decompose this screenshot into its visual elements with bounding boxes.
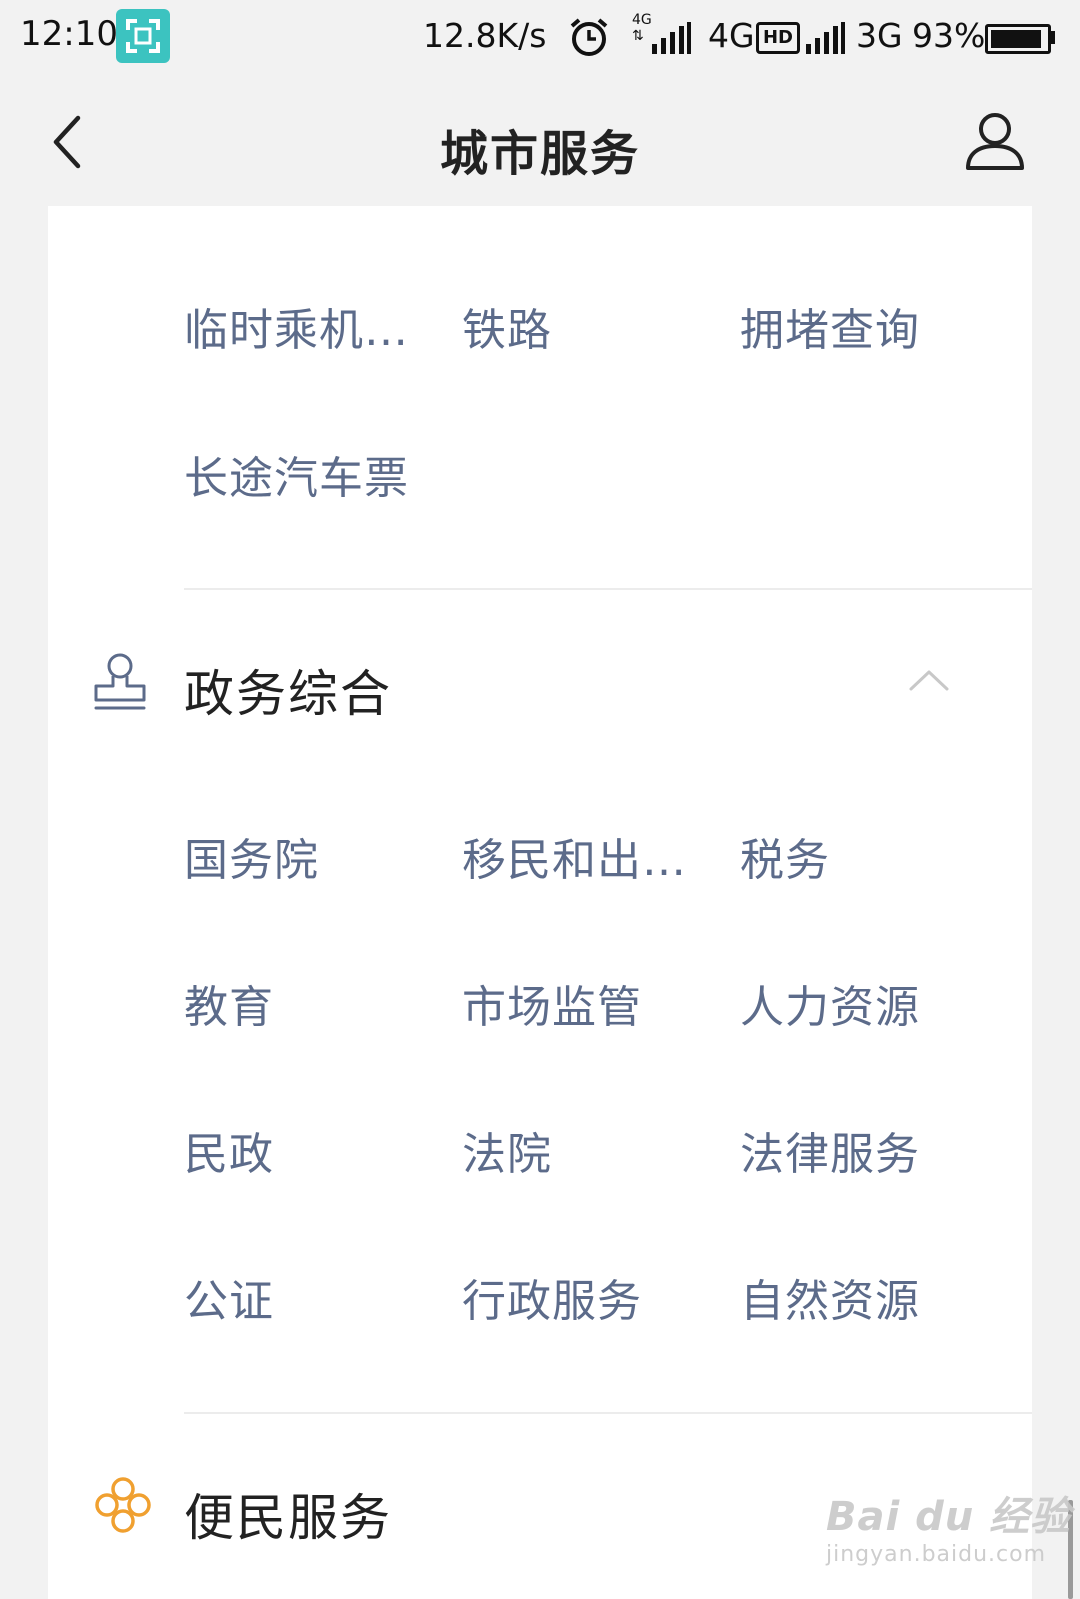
baidu-watermark: Bai du 经验 jingyan.baidu.com — [826, 1484, 1071, 1567]
service-item[interactable]: 法律服务 — [740, 1118, 920, 1182]
government-stamp-icon — [94, 653, 146, 710]
network-type-1: 4G — [708, 16, 755, 55]
volte-indicator: 4G ⇅ — [632, 12, 652, 44]
services-card: 临时乘机… 铁路 拥堵查询 长途汽车票 政务综合 国务院 移民和出… 税务 教育… — [48, 206, 1032, 1599]
volte-label: 4G — [632, 12, 652, 28]
screen-scan-icon — [116, 9, 170, 63]
service-item[interactable]: 公证 — [184, 1265, 274, 1329]
section-divider — [184, 1412, 1032, 1414]
convenience-knot-icon — [95, 1477, 151, 1533]
nav-bar: 城市服务 — [0, 80, 1080, 206]
watermark-main: Bai du 经验 — [826, 1494, 1072, 1540]
signal-icon — [806, 22, 845, 54]
data-arrows-icon: ⇅ — [632, 28, 644, 44]
section-divider — [184, 588, 1032, 590]
status-bar: 12:10 12.8K/s 4G ⇅ 4G HD 3G 93% — [0, 0, 1080, 80]
network-speed: 12.8K/s — [423, 16, 547, 55]
service-item[interactable]: 教育 — [184, 971, 274, 1035]
service-item[interactable]: 税务 — [740, 824, 830, 888]
battery-tip — [1051, 31, 1055, 44]
service-item[interactable]: 自然资源 — [740, 1265, 920, 1329]
service-item[interactable]: 移民和出… — [462, 824, 687, 888]
user-profile-icon[interactable] — [964, 110, 1026, 172]
section-title: 政务综合 — [184, 665, 392, 723]
section-title: 便民服务 — [184, 1489, 392, 1547]
service-item[interactable]: 铁路 — [462, 294, 552, 358]
battery-percent: 93% — [912, 16, 986, 55]
alarm-icon — [570, 18, 608, 56]
service-item[interactable]: 国务院 — [184, 824, 319, 888]
chevron-up-icon[interactable] — [908, 668, 950, 692]
watermark-sub: jingyan.baidu.com — [826, 1542, 1047, 1567]
network-type-2: 3G — [856, 16, 903, 55]
page-title: 城市服务 — [439, 126, 640, 182]
signal-icon — [652, 22, 691, 54]
service-item[interactable]: 市场监管 — [462, 971, 642, 1035]
service-item[interactable]: 法院 — [462, 1118, 552, 1182]
service-item[interactable]: 拥堵查询 — [740, 294, 920, 358]
service-item[interactable]: 长途汽车票 — [184, 442, 409, 506]
service-item[interactable]: 人力资源 — [740, 971, 920, 1035]
service-item[interactable]: 临时乘机… — [184, 294, 409, 358]
hd-badge: HD — [756, 22, 800, 54]
service-item[interactable]: 民政 — [184, 1118, 274, 1182]
battery-icon — [985, 24, 1051, 54]
battery-level-fill — [991, 30, 1041, 48]
status-time: 12:10 — [20, 14, 118, 54]
service-item[interactable]: 行政服务 — [462, 1265, 642, 1329]
